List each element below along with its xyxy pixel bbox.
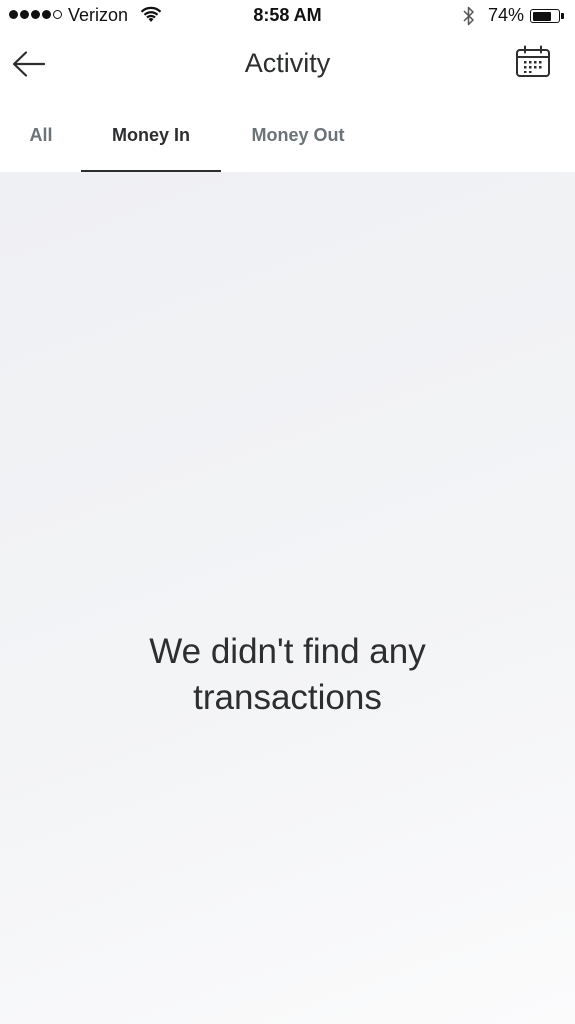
transactions-list-area[interactable]: We didn't find any transactions — [0, 172, 575, 1024]
tab-label: All — [29, 124, 53, 145]
battery-icon — [530, 9, 560, 23]
nav-header: Activity — [0, 32, 575, 98]
tab-label: Money In — [111, 124, 190, 145]
calendar-filter-button[interactable] — [514, 44, 552, 82]
calendar-icon — [516, 45, 550, 77]
empty-state-message: We didn't find any transactions — [60, 629, 515, 721]
page-title: Activity — [244, 48, 331, 78]
battery-cap — [561, 13, 564, 19]
empty-state-line-2: transactions — [193, 678, 382, 717]
status-bar: Verizon 8:58 AM 74% — [0, 0, 575, 32]
empty-state-line-1: We didn't find any — [149, 632, 426, 671]
tab-all[interactable]: All — [14, 98, 68, 172]
battery-percentage: 74% — [488, 5, 525, 25]
tab-label: Money Out — [251, 124, 345, 145]
bluetooth-icon — [463, 6, 474, 26]
tab-money-out[interactable]: Money Out — [234, 98, 362, 172]
tab-money-in[interactable]: Money In — [81, 98, 221, 172]
activity-tabs: All Money In Money Out — [0, 98, 575, 172]
